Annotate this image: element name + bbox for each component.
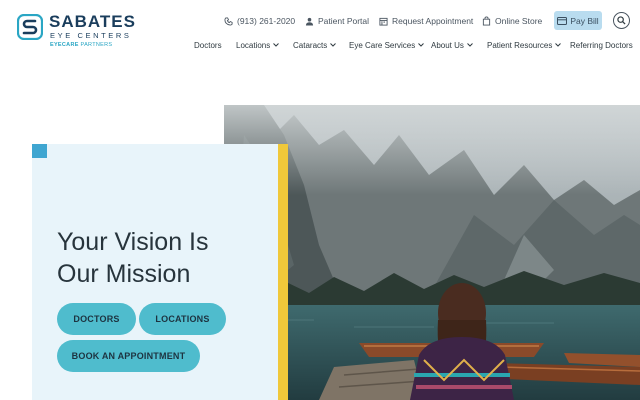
pay-bill-button[interactable]: Pay Bill	[554, 11, 602, 30]
logo-title: SABATES	[49, 12, 136, 31]
hero-headline: Your Vision Is Our Mission	[57, 226, 267, 290]
chevron-down-icon	[330, 43, 337, 47]
site-logo[interactable]: SABATES EYE CENTERS EYECARE PARTNERS	[16, 12, 136, 49]
calendar-icon	[379, 17, 388, 26]
doctors-button[interactable]: DOCTORS	[57, 303, 136, 335]
user-icon	[305, 17, 314, 26]
request-appointment-link[interactable]: Request Appointment	[379, 14, 473, 28]
nav-item-about-us[interactable]: About Us	[431, 40, 473, 50]
logo-mark-icon	[16, 13, 44, 41]
phone-icon	[224, 16, 233, 26]
nav-item-cataracts[interactable]: Cataracts	[293, 40, 337, 50]
accent-stripe	[278, 144, 288, 400]
nav-item-referring-doctors[interactable]: Referring Doctors	[570, 40, 633, 50]
headline-line-1: Your Vision Is	[57, 228, 209, 256]
chevron-down-icon	[467, 43, 473, 47]
request-appointment-label: Request Appointment	[392, 16, 474, 26]
nav-label: Referring Doctors	[570, 40, 633, 50]
nav-label: About Us	[431, 40, 464, 50]
search-icon	[617, 16, 626, 25]
nav-item-eye-care-services[interactable]: Eye Care Services	[349, 40, 425, 50]
phone-number: (913) 261-2020	[237, 16, 296, 26]
patient-portal-label: Patient Portal	[318, 16, 370, 26]
search-button[interactable]	[613, 12, 630, 29]
chevron-down-icon	[273, 43, 280, 47]
online-store-link[interactable]: Online Store	[482, 14, 542, 28]
logo-partner: EYECARE PARTNERS	[50, 41, 136, 49]
phone-link[interactable]: (913) 261-2020	[224, 14, 295, 28]
partner-suffix: PARTNERS	[78, 41, 113, 48]
credit-card-icon	[557, 16, 568, 25]
nav-item-locations[interactable]: Locations	[236, 40, 280, 50]
nav-item-doctors[interactable]: Doctors	[194, 40, 222, 50]
nav-label: Doctors	[194, 40, 222, 50]
pay-bill-label: Pay Bill	[570, 15, 599, 26]
nav-label: Cataracts	[293, 40, 328, 50]
chevron-down-icon	[555, 43, 562, 47]
online-store-label: Online Store	[495, 16, 543, 26]
shopping-bag-icon	[482, 16, 491, 26]
nav-label: Patient Resources	[487, 40, 553, 50]
chevron-down-icon	[418, 43, 425, 47]
logo-subtitle: EYE CENTERS	[50, 31, 132, 40]
nav-item-patient-resources[interactable]: Patient Resources	[487, 40, 562, 50]
book-appointment-button[interactable]: BOOK AN APPOINTMENT	[57, 340, 200, 372]
partner-brand: EYECARE	[50, 41, 79, 48]
locations-button[interactable]: LOCATIONS	[139, 303, 226, 335]
patient-portal-link[interactable]: Patient Portal	[305, 14, 369, 28]
nav-label: Locations	[236, 40, 271, 50]
headline-line-2: Our Mission	[57, 260, 191, 288]
nav-label: Eye Care Services	[349, 40, 416, 50]
accent-square	[32, 144, 47, 158]
